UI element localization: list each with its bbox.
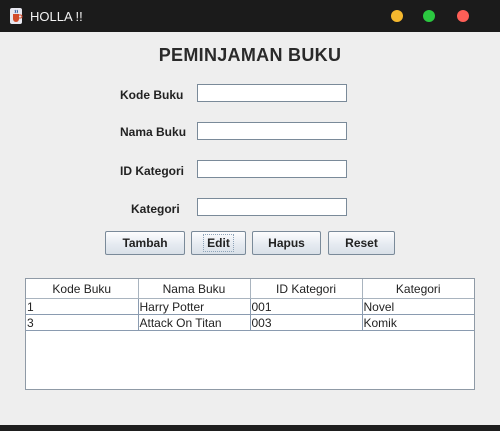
id-kategori-label: ID Kategori: [120, 164, 185, 178]
table-cell[interactable]: 003: [250, 314, 363, 331]
main-panel: PEMINJAMAN BUKU Kode Buku Nama Buku ID K…: [0, 32, 500, 425]
table-header-row: Kode Buku Nama Buku ID Kategori Kategori: [26, 279, 474, 299]
books-table-scrollpane[interactable]: Kode Buku Nama Buku ID Kategori Kategori…: [25, 278, 475, 390]
hapus-button[interactable]: Hapus: [252, 231, 321, 255]
java-cup-icon: [10, 8, 23, 24]
window-title: HOLLA !!: [30, 9, 83, 24]
table-row[interactable]: 1 Harry Potter 001 Novel: [26, 298, 474, 315]
id-kategori-input[interactable]: [197, 160, 347, 178]
tambah-button[interactable]: Tambah: [105, 231, 185, 255]
form-title: PEMINJAMAN BUKU: [158, 45, 342, 65]
title-bar: HOLLA !!: [0, 0, 500, 32]
kategori-input[interactable]: [197, 198, 347, 216]
books-table[interactable]: Kode Buku Nama Buku ID Kategori Kategori…: [26, 279, 474, 331]
table-cell[interactable]: 1: [26, 298, 139, 315]
column-header-nama-buku[interactable]: Nama Buku: [138, 279, 251, 299]
table-cell[interactable]: Harry Potter: [138, 298, 251, 315]
kode-buku-input[interactable]: [197, 84, 347, 102]
close-button[interactable]: [457, 10, 469, 22]
table-cell[interactable]: Komik: [362, 314, 474, 331]
column-header-kategori[interactable]: Kategori: [362, 279, 474, 299]
column-header-kode-buku[interactable]: Kode Buku: [26, 279, 139, 299]
table-cell[interactable]: Novel: [362, 298, 474, 315]
kode-buku-label: Kode Buku: [120, 88, 184, 102]
column-header-id-kategori[interactable]: ID Kategori: [250, 279, 363, 299]
table-cell[interactable]: 001: [250, 298, 363, 315]
table-cell[interactable]: Attack On Titan: [138, 314, 251, 331]
maximize-button[interactable]: [423, 10, 435, 22]
edit-button-label: Edit: [203, 234, 234, 252]
table-row[interactable]: 3 Attack On Titan 003 Komik: [26, 314, 474, 331]
reset-button[interactable]: Reset: [328, 231, 395, 255]
window-bottom-edge: [0, 425, 500, 431]
kategori-label: Kategori: [131, 202, 180, 216]
table-cell[interactable]: 3: [26, 314, 139, 331]
edit-button[interactable]: Edit: [191, 231, 246, 255]
nama-buku-label: Nama Buku: [120, 125, 187, 139]
nama-buku-input[interactable]: [197, 122, 347, 140]
minimize-button[interactable]: [391, 10, 403, 22]
